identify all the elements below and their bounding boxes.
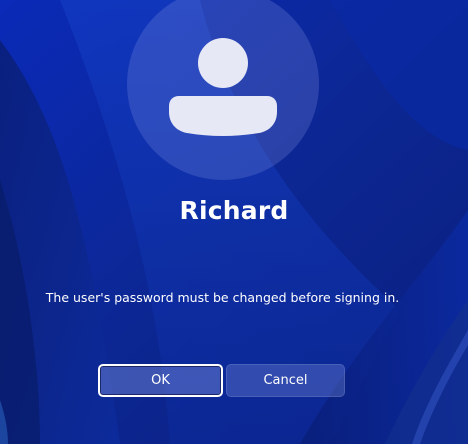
ok-button[interactable]: OK xyxy=(98,364,223,397)
password-change-message: The user's password must be changed befo… xyxy=(45,290,400,305)
username: Richard xyxy=(179,196,289,225)
user-avatar xyxy=(127,0,319,180)
lock-screen: Richard The user's password must be chan… xyxy=(0,0,468,444)
cancel-button[interactable]: Cancel xyxy=(226,364,345,397)
user-icon xyxy=(169,38,277,136)
